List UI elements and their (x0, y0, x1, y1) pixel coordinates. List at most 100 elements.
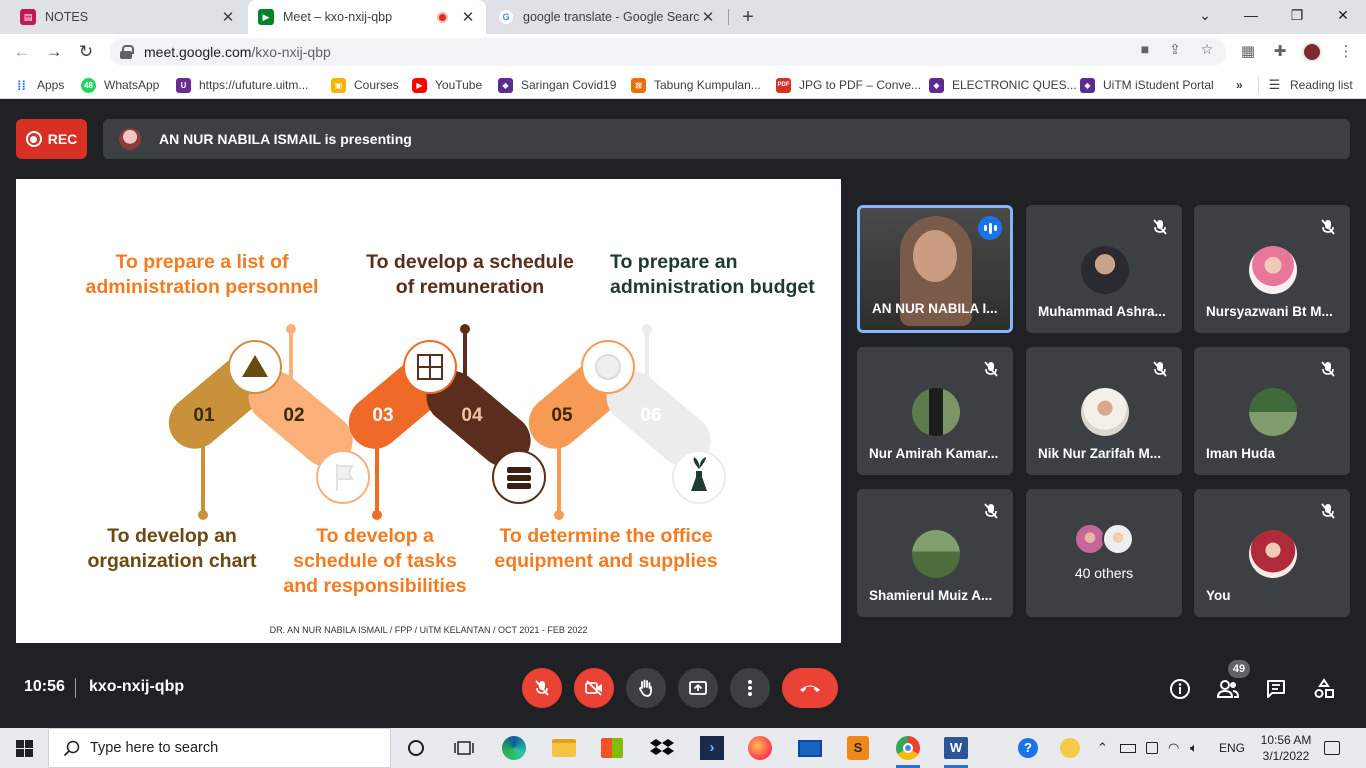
tab-google-search[interactable]: G google translate - Google Search ✕ (488, 0, 726, 34)
toggle-camera-button[interactable] (574, 668, 614, 708)
participant-tile[interactable]: Muhammad Ashra... (1026, 205, 1182, 333)
search-icon (63, 740, 80, 757)
record-icon (25, 131, 42, 147)
participant-tile[interactable]: Nursyazwani Bt M... (1194, 205, 1350, 333)
close-tab-icon[interactable]: ✕ (460, 8, 476, 26)
bookmark-courses[interactable]: ▣ Courses (331, 76, 399, 94)
address-bar[interactable]: meet.google.com/kxo-nxij-qbp (110, 38, 1226, 66)
participant-tile[interactable]: Nur Amirah Kamar... (857, 347, 1013, 475)
bookmark-electronic-ques[interactable]: ◆ ELECTRONIC QUES... (929, 76, 1077, 94)
activities-button[interactable] (1311, 676, 1337, 702)
more-options-button[interactable] (730, 668, 770, 708)
more-vert-icon (748, 680, 752, 696)
participant-tile[interactable]: Nik Nur Zarifah M... (1026, 347, 1182, 475)
edge-icon[interactable] (500, 734, 528, 762)
bookmark-youtube[interactable]: ▶ YouTube (412, 76, 482, 94)
participant-tile[interactable]: Iman Huda (1194, 347, 1350, 475)
help-icon[interactable]: ? (1014, 734, 1042, 762)
task-view-icon[interactable] (450, 734, 478, 762)
heading-organization-chart: To develop an organization chart (87, 525, 257, 572)
chrome-menu-icon[interactable]: ⋮ (1336, 42, 1356, 62)
bookmark-tabung[interactable]: ⊠ Tabung Kumpulan... (631, 76, 761, 94)
tab-separator (728, 9, 729, 25)
share-icon[interactable]: ⇪ (1166, 40, 1184, 58)
taskbar-search-box[interactable]: Type here to search (48, 728, 391, 768)
volume-icon[interactable]: 🔈︎ (1190, 728, 1198, 768)
notifications-icon[interactable] (1324, 728, 1340, 768)
url-text[interactable]: meet.google.com/kxo-nxij-qbp (144, 44, 331, 60)
show-everyone-button[interactable] (1215, 676, 1241, 702)
tab-notes[interactable]: ▤ NOTES ✕ (10, 0, 246, 34)
extensions-puzzle-icon[interactable]: ✚ (1270, 42, 1290, 62)
uitm-crest-icon: ◆ (1080, 77, 1095, 93)
google-favicon-icon: G (498, 9, 514, 25)
cortana-icon[interactable] (402, 734, 430, 762)
taskbar-clock[interactable]: 10:56 AM 3/1/2022 (1258, 732, 1314, 764)
start-button[interactable] (0, 728, 48, 768)
tabung-icon: ⊠ (631, 77, 646, 93)
sublime-text-icon[interactable]: S (844, 734, 872, 762)
new-tab-button[interactable]: + (737, 6, 759, 28)
back-arrow-icon[interactable]: ← (9, 39, 35, 65)
firefox-icon[interactable] (746, 734, 774, 762)
tab-search-button[interactable]: ⌄ (1194, 4, 1216, 26)
battery-icon[interactable] (1120, 728, 1136, 768)
mic-off-icon (984, 503, 998, 519)
browser-tabstrip: ▤ NOTES ✕ ▶ Meet – kxo-nxij-qbp ✕ G goog… (0, 0, 1366, 34)
maximize-button[interactable]: ❐ (1286, 4, 1308, 26)
avatar (1102, 523, 1134, 555)
chat-icon (1267, 680, 1285, 698)
dropbox-icon[interactable] (648, 734, 676, 762)
bookmark-saringan[interactable]: ◆ Saringan Covid19 (498, 76, 616, 94)
chat-button[interactable] (1263, 676, 1289, 702)
tab-meet[interactable]: ▶ Meet – kxo-nxij-qbp ✕ (248, 0, 486, 34)
weather-icon[interactable] (1056, 734, 1084, 762)
participant-tile[interactable]: AN NUR NABILA I... (857, 205, 1013, 333)
forward-arrow-icon[interactable]: → (41, 39, 67, 65)
notes-favicon-icon: ▤ (20, 9, 36, 25)
reload-icon[interactable]: ↻ (73, 39, 99, 65)
bookmark-jpg-to-pdf[interactable]: PDF JPG to PDF – Conve... (776, 76, 921, 94)
profile-avatar[interactable] (1302, 42, 1322, 62)
bookmark-star-icon[interactable]: ☆ (1198, 40, 1216, 58)
courses-icon: ▣ (331, 77, 346, 93)
participant-tile-self[interactable]: You (1194, 489, 1350, 617)
recording-indicator-icon (437, 11, 448, 23)
raise-hand-button[interactable] (626, 668, 666, 708)
apps-grid-icon[interactable]: ▦ (1238, 42, 1258, 62)
bookmark-whatsapp[interactable]: 48 WhatsApp (81, 76, 159, 94)
chrome-icon[interactable] (894, 734, 922, 768)
toggle-microphone-button[interactable] (522, 668, 562, 708)
tab-title: Meet – kxo-nxij-qbp (283, 10, 393, 24)
file-explorer-icon[interactable] (550, 734, 578, 762)
participant-tile[interactable]: Shamierul Muiz A... (857, 489, 1013, 617)
powershell-icon[interactable]: › (698, 734, 726, 762)
close-tab-icon[interactable]: ✕ (220, 8, 236, 26)
bookmark-istudent[interactable]: ◆ UiTM iStudent Portal (1080, 76, 1214, 94)
camera-permission-icon[interactable]: ■ (1136, 40, 1154, 58)
word-icon[interactable]: W (942, 734, 970, 768)
bookmark-divider (1258, 76, 1259, 94)
meet-app-tray-icon[interactable] (1146, 728, 1158, 768)
clock-divider (75, 678, 76, 698)
participant-tile-others[interactable]: 40 others (1026, 489, 1182, 617)
mail-icon[interactable] (796, 734, 824, 762)
mic-off-icon (1153, 361, 1167, 377)
wifi-icon[interactable]: ◠ (1168, 728, 1179, 768)
recording-badge: REC (16, 119, 87, 159)
minimize-button[interactable]: — (1240, 4, 1262, 26)
slide-footer: DR. AN NUR NABILA ISMAIL / FPP / UiTM KE… (269, 625, 588, 635)
meeting-details-button[interactable] (1167, 676, 1193, 702)
close-window-button[interactable]: ✕ (1332, 4, 1354, 26)
bookmark-ufuture[interactable]: Uhttps://ufuture.uitm... (176, 76, 308, 94)
bookmarks-overflow-button[interactable]: » (1236, 76, 1243, 94)
input-language[interactable]: ENG (1219, 728, 1245, 768)
bookmark-apps[interactable]: ⁞⁞ Apps (14, 76, 64, 94)
present-screen-button[interactable] (678, 668, 718, 708)
show-hidden-icons[interactable]: ⌃ (1097, 728, 1108, 768)
close-tab-icon[interactable]: ✕ (700, 8, 716, 26)
whatsapp-icon: 48 (81, 77, 96, 93)
microsoft-store-icon[interactable] (598, 734, 626, 762)
leave-call-button[interactable] (782, 668, 838, 708)
reading-list-button[interactable]: ☰ Reading list (1267, 76, 1353, 94)
